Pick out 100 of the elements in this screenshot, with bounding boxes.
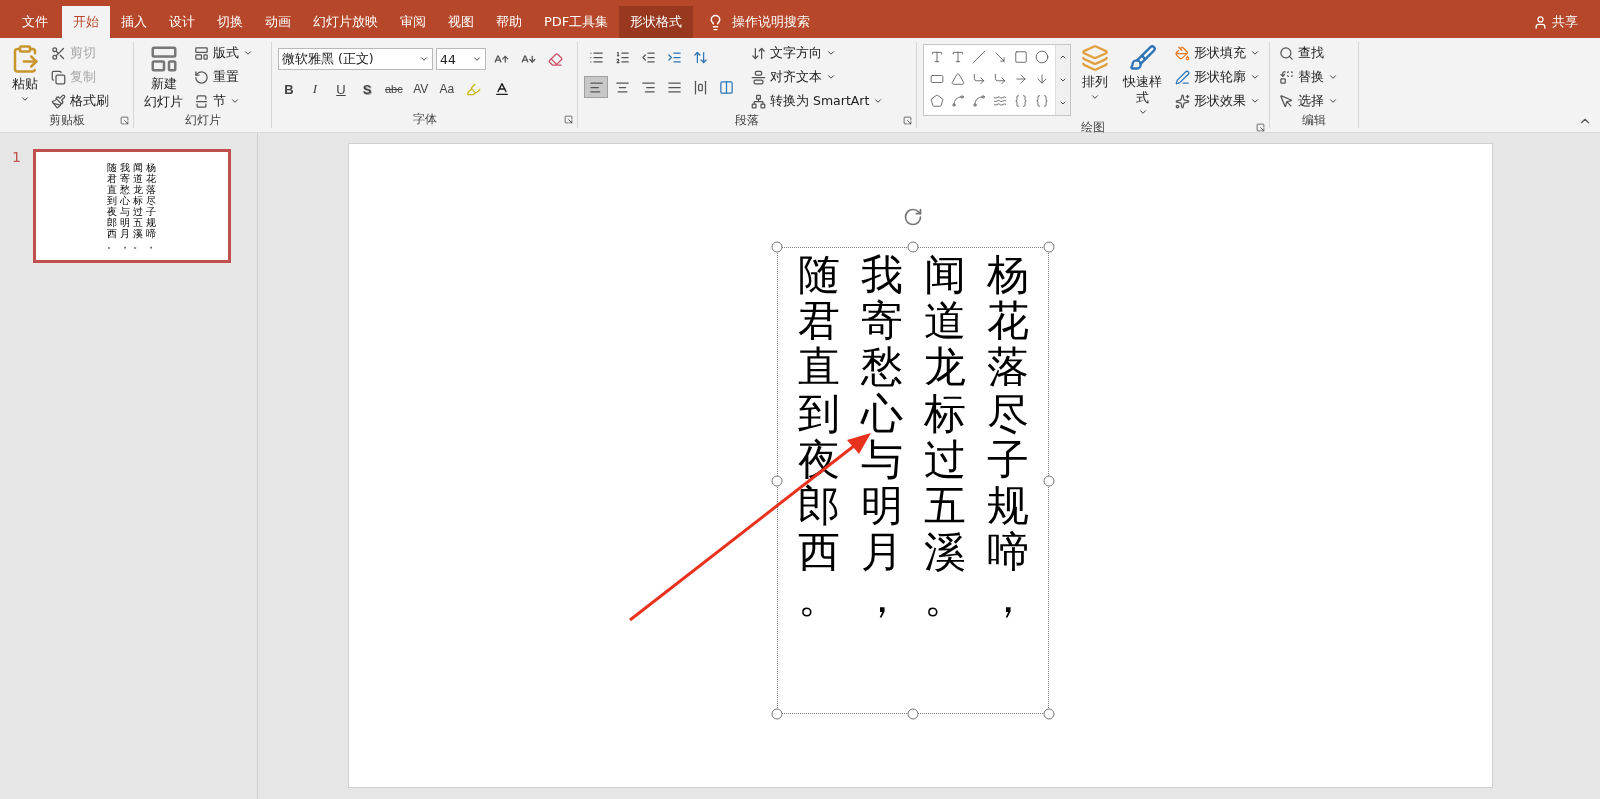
- align-button[interactable]: 对齐文本: [748, 66, 887, 88]
- elbow-connector-icon[interactable]: [972, 72, 986, 86]
- caret-icon: [826, 48, 836, 58]
- resize-handle[interactable]: [1043, 241, 1055, 253]
- dialog-launcher-icon[interactable]: [120, 116, 129, 125]
- italic-button[interactable]: I: [304, 78, 326, 100]
- reset-button[interactable]: 重置: [191, 66, 256, 88]
- ribbon-tab[interactable]: 设计: [158, 6, 206, 38]
- replace-button[interactable]: 替换: [1276, 66, 1341, 88]
- resize-handle[interactable]: [771, 241, 783, 253]
- section-button[interactable]: 节: [191, 90, 256, 112]
- text-box-icon[interactable]: [951, 50, 965, 64]
- ribbon-tab[interactable]: 文件: [8, 6, 62, 38]
- arrow-line-icon[interactable]: [993, 50, 1007, 64]
- slide-thumbnail[interactable]: 随君直到夜郎西。 我寄愁心与明月， 闻道龙标过五溪。 杨花落尽子规啼，: [32, 149, 231, 263]
- direction-button[interactable]: 文字方向: [748, 42, 887, 64]
- smartart-icon: [751, 93, 766, 109]
- arc-icon[interactable]: [972, 94, 986, 108]
- tell-me-search[interactable]: 操作说明搜索: [732, 13, 811, 31]
- line-spacing-icon: [692, 49, 708, 65]
- caret-icon: [1250, 48, 1260, 58]
- case-button[interactable]: Aa: [435, 78, 458, 100]
- highlighter-icon: [466, 81, 482, 97]
- caret-icon: [1328, 72, 1338, 82]
- eraser-icon: [547, 51, 563, 67]
- font-size-dropdown[interactable]: 44: [436, 48, 486, 70]
- bold-button[interactable]: B: [278, 78, 300, 100]
- curve-icon[interactable]: [993, 94, 1007, 108]
- new-slide-button[interactable]: 新建 幻灯片: [140, 42, 187, 112]
- oval-icon[interactable]: [1035, 50, 1049, 64]
- down-arrow-icon[interactable]: [1035, 72, 1049, 86]
- paste-button[interactable]: 粘贴: [6, 42, 44, 112]
- resize-handle[interactable]: [1043, 708, 1055, 720]
- caret-icon: [1059, 76, 1067, 84]
- smartart-button[interactable]: 转换为 SmartArt: [748, 90, 887, 112]
- ribbon-tab[interactable]: 幻灯片放映: [302, 6, 389, 38]
- ribbon-tab[interactable]: 视图: [437, 6, 485, 38]
- layout-button[interactable]: 版式: [191, 42, 256, 64]
- font-color-icon: [493, 81, 510, 97]
- freeform-icon[interactable]: [930, 94, 944, 108]
- quick-styles-button[interactable]: 快速样式: [1119, 42, 1166, 120]
- select-button[interactable]: 选择: [1276, 90, 1341, 112]
- ribbon-tab[interactable]: 形状格式: [619, 6, 694, 38]
- paintbrush-icon: [51, 93, 66, 109]
- justify-icon: [666, 79, 682, 95]
- caret-icon: [243, 48, 253, 58]
- dialog-launcher-icon[interactable]: [903, 116, 912, 125]
- effects-button[interactable]: 形状效果: [1172, 90, 1263, 112]
- resize-handle[interactable]: [907, 241, 919, 253]
- ribbon-tab[interactable]: PDF工具集: [533, 6, 620, 38]
- ribbon-tab[interactable]: 动画: [254, 6, 302, 38]
- triangle-icon[interactable]: [951, 72, 965, 86]
- ribbon-tab[interactable]: 审阅: [389, 6, 437, 38]
- shape-gallery[interactable]: [923, 44, 1071, 116]
- brace-icon[interactable]: [1035, 94, 1049, 108]
- group-label: 段落: [735, 112, 759, 129]
- thumbnail-poem-line: 闻道龙标过五溪。: [133, 162, 144, 250]
- search-icon: [1279, 45, 1294, 61]
- shadow-button[interactable]: S: [356, 78, 378, 100]
- layout-icon: [194, 45, 209, 61]
- effects-icon: [1175, 93, 1190, 109]
- underline-button[interactable]: U: [330, 78, 352, 100]
- ribbon-tab[interactable]: 帮助: [485, 6, 533, 38]
- scribble-icon[interactable]: [951, 94, 965, 108]
- align-right-icon: [640, 79, 656, 95]
- ribbon-tab[interactable]: 切换: [206, 6, 254, 38]
- outline-button[interactable]: 形状轮廓: [1172, 66, 1263, 88]
- find-button[interactable]: 查找: [1276, 42, 1341, 64]
- resize-handle[interactable]: [1043, 475, 1055, 486]
- resize-handle[interactable]: [771, 708, 783, 720]
- arrange-button[interactable]: 排列: [1077, 42, 1113, 120]
- text-direction-icon: [751, 45, 766, 61]
- scissors-icon: [51, 45, 66, 61]
- rounded-rectangle-icon[interactable]: [930, 72, 944, 86]
- group-label: 编辑: [1302, 112, 1326, 129]
- brace-icon[interactable]: [1014, 94, 1028, 108]
- spacing-button[interactable]: AV: [409, 78, 432, 100]
- rotate-handle-icon[interactable]: [903, 207, 923, 227]
- resize-handle[interactable]: [907, 708, 919, 720]
- painter-button[interactable]: 格式刷: [48, 90, 112, 112]
- poem-line: 闻道龙标过五溪。: [923, 252, 966, 622]
- strike-button[interactable]: abc: [382, 78, 406, 100]
- section-icon: [194, 93, 209, 109]
- group-label: 绘图: [1081, 119, 1105, 137]
- elbow-arrow-icon[interactable]: [993, 72, 1007, 86]
- line-icon[interactable]: [972, 50, 986, 64]
- group-label: 剪贴板: [48, 112, 85, 129]
- resize-handle[interactable]: [771, 475, 783, 486]
- share-button[interactable]: 共享: [1533, 6, 1578, 38]
- numbering-icon: [614, 49, 630, 65]
- ribbon-tab[interactable]: 开始: [62, 6, 110, 38]
- left-align-button[interactable]: [584, 76, 608, 98]
- slide-number: 1: [12, 149, 21, 165]
- rectangle-icon[interactable]: [1014, 50, 1028, 64]
- dialog-launcher-icon[interactable]: [564, 115, 573, 124]
- text-box-icon[interactable]: [930, 50, 944, 64]
- ribbon-tab[interactable]: 插入: [110, 6, 158, 38]
- font-name-dropdown[interactable]: 微软雅黑 (正文): [278, 48, 433, 70]
- dialog-launcher-icon[interactable]: [1256, 123, 1265, 133]
- fill-button[interactable]: 形状填充: [1172, 42, 1263, 64]
